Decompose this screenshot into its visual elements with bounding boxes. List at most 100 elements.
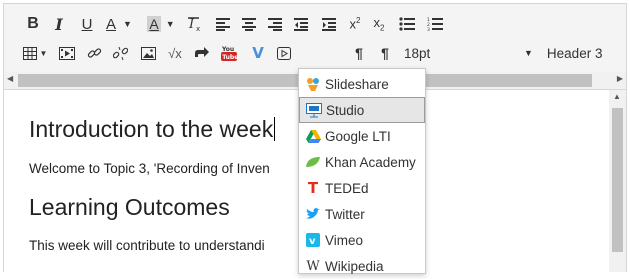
- font-color-icon: A: [106, 15, 117, 33]
- rtl-button[interactable]: ¶: [376, 42, 394, 64]
- indent-icon: [322, 18, 336, 31]
- video-button[interactable]: [274, 42, 294, 64]
- font-size-value: 18pt: [404, 45, 431, 61]
- bold-button[interactable]: B: [24, 13, 42, 35]
- tedEd-icon: T: [307, 179, 319, 197]
- table-button[interactable]: ▼: [20, 42, 50, 64]
- rtl-icon: ¶: [381, 45, 389, 61]
- menu-item-google-lti[interactable]: Google LTI: [299, 123, 425, 149]
- menu-item-label: Slideshare: [325, 76, 389, 92]
- chevron-down-icon: ▼: [165, 19, 175, 29]
- underline-button[interactable]: U: [78, 13, 96, 35]
- table-icon: [22, 46, 37, 60]
- italic-button[interactable]: I: [50, 13, 68, 35]
- indent-button[interactable]: [320, 13, 338, 35]
- scroll-right-icon[interactable]: ▶: [617, 74, 623, 83]
- image-icon: [140, 46, 156, 60]
- sqrt-icon: √x: [168, 45, 182, 61]
- align-right-button[interactable]: [266, 13, 284, 35]
- redirect-icon: [195, 47, 209, 57]
- khan-academy-icon: [305, 154, 321, 170]
- youtube-button[interactable]: You Tube: [218, 42, 240, 64]
- menu-item-label: Twitter: [325, 206, 365, 222]
- align-center-icon: [242, 18, 256, 31]
- align-left-button[interactable]: [214, 13, 232, 35]
- italic-icon: I: [55, 14, 63, 34]
- chevron-down-icon: ▼: [524, 48, 533, 58]
- redirect-button[interactable]: [192, 42, 212, 64]
- superscript-button[interactable]: x2: [346, 13, 364, 35]
- block-format-select[interactable]: ▼ Header 3: [524, 42, 624, 64]
- play-box-icon: [277, 46, 291, 60]
- vimeo-icon: v: [305, 232, 321, 248]
- film-icon: [59, 46, 75, 60]
- align-left-icon: [216, 18, 230, 31]
- menu-item-label: Khan Academy: [325, 154, 416, 170]
- subscript-icon: x2: [373, 15, 385, 33]
- svg-text:Tube: Tube: [222, 54, 238, 61]
- align-right-icon: [268, 18, 282, 31]
- youtube-icon: You Tube: [221, 46, 238, 61]
- bullet-list-button[interactable]: [398, 13, 416, 35]
- clear-formatting-button[interactable]: I x: [186, 13, 204, 35]
- link-button[interactable]: [84, 42, 104, 64]
- menu-item-label: Google LTI: [325, 128, 391, 144]
- superscript-icon: x2: [349, 16, 361, 32]
- menu-item-twitter[interactable]: Twitter: [299, 201, 425, 227]
- v-icon: V: [252, 44, 264, 62]
- image-button[interactable]: [138, 42, 158, 64]
- font-color-button[interactable]: A ▼: [102, 13, 136, 35]
- numbered-list-icon: 1 2 3: [427, 17, 443, 31]
- slideshare-icon: [305, 76, 321, 92]
- google-drive-icon: [305, 128, 321, 144]
- svg-text:3: 3: [427, 27, 430, 31]
- menu-item-teded[interactable]: T TEDEd: [299, 175, 425, 201]
- bullet-list-icon: [399, 17, 415, 31]
- studio-icon: [306, 102, 322, 118]
- menu-item-label: Wikipedia: [325, 258, 384, 274]
- menu-item-wikipedia[interactable]: W Wikipedia: [299, 253, 425, 279]
- scroll-left-icon[interactable]: ◀: [7, 74, 13, 83]
- bold-icon: B: [27, 15, 39, 32]
- media-button[interactable]: [56, 42, 78, 64]
- menu-item-label: TEDEd: [325, 180, 369, 196]
- block-format-value: Header 3: [546, 45, 603, 61]
- menu-item-slideshare[interactable]: Slideshare: [299, 71, 425, 97]
- numbered-list-button[interactable]: 1 2 3: [426, 13, 444, 35]
- vertical-scroll-thumb[interactable]: [612, 108, 623, 252]
- embed-menu-button[interactable]: V: [248, 42, 268, 64]
- font-size-select[interactable]: 18pt: [404, 42, 484, 64]
- menu-item-vimeo[interactable]: v Vimeo: [299, 227, 425, 253]
- text-cursor: [274, 117, 276, 141]
- menu-item-label: Studio: [326, 102, 365, 118]
- unlink-button[interactable]: [110, 42, 130, 64]
- scroll-up-icon[interactable]: ▲: [613, 92, 621, 101]
- svg-text:x: x: [196, 25, 200, 32]
- heading-learning-outcomes: Learning Outcomes: [29, 194, 230, 220]
- outdent-button[interactable]: [292, 13, 310, 35]
- menu-item-label: Vimeo: [325, 232, 364, 248]
- svg-text:You: You: [221, 46, 234, 53]
- equation-button[interactable]: √x: [164, 42, 186, 64]
- toolbar: B I U A ▼ A ▼ I x x2 x2 1 2 3 ▼ √x You T…: [4, 4, 626, 72]
- twitter-icon: [305, 206, 321, 222]
- menu-item-khan-academy[interactable]: Khan Academy: [299, 149, 425, 175]
- vertical-scrollbar[interactable]: ▲: [609, 90, 626, 272]
- ltr-button[interactable]: ¶: [350, 42, 368, 64]
- ltr-icon: ¶: [355, 45, 363, 61]
- paragraph-contribution: This week will contribute to understandi: [29, 238, 265, 253]
- outdent-icon: [294, 18, 308, 31]
- heading-introduction: Introduction to the week: [29, 116, 276, 142]
- highlight-icon: A: [147, 16, 161, 32]
- svg-text:I: I: [188, 17, 195, 32]
- link-icon: [87, 47, 101, 58]
- underline-icon: U: [81, 15, 93, 33]
- menu-item-studio[interactable]: Studio: [299, 97, 425, 123]
- subscript-button[interactable]: x2: [370, 13, 388, 35]
- align-center-button[interactable]: [240, 13, 258, 35]
- chevron-down-icon: ▼: [123, 19, 132, 29]
- clear-formatting-icon: I x: [188, 17, 200, 32]
- svg-text:v: v: [309, 236, 316, 247]
- paragraph-welcome: Welcome to Topic 3, 'Recording of Inven: [29, 161, 270, 176]
- background-color-button[interactable]: A ▼: [144, 13, 178, 35]
